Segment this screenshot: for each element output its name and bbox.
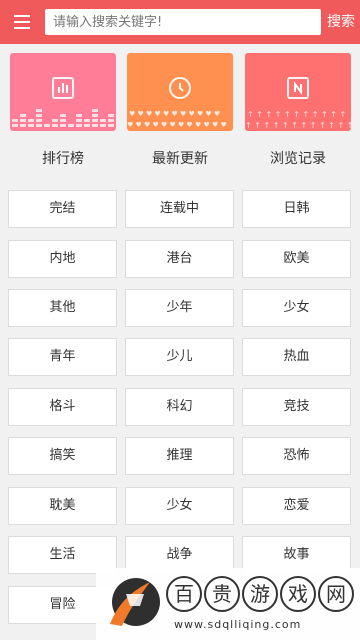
- category-button[interactable]: 热血: [242, 338, 351, 376]
- category-button[interactable]: 完结: [8, 190, 117, 228]
- equalizer-decoration: [12, 109, 114, 127]
- watermark-title: 百 贵 游 戏 网: [166, 576, 354, 612]
- category-button[interactable]: 竞技: [242, 388, 351, 426]
- bar-chart-icon: [52, 77, 74, 99]
- arrows-decoration: ↑ ↑ ↑ ↑ ↑ ↑ ↑ ↑ ↑ ↑ ↑ ↑ ↑ ↑ ↑ ↑ ↑ ↑ ↑ ↑ …: [245, 110, 351, 129]
- svg-text:♥ ♥ ♥ ♥ ♥ ♥ ♥ ♥ ♥ ♥ ♥: ♥ ♥ ♥ ♥ ♥ ♥ ♥ ♥ ♥ ♥ ♥: [129, 110, 220, 118]
- watermark-char: 百: [166, 576, 202, 612]
- category-button[interactable]: 少女: [125, 487, 234, 525]
- hamburger-menu-icon[interactable]: [10, 11, 34, 33]
- quick-link-history[interactable]: ↑ ↑ ↑ ↑ ↑ ↑ ↑ ↑ ↑ ↑ ↑ ↑ ↑ ↑ ↑ ↑ ↑ ↑ ↑ ↑ …: [245, 53, 351, 131]
- category-button[interactable]: 恋爱: [242, 487, 351, 525]
- category-button[interactable]: 恐怖: [242, 437, 351, 475]
- watermark-char: 网: [318, 576, 354, 612]
- category-button[interactable]: 内地: [8, 240, 117, 278]
- svg-text:↑ ↑ ↑ ↑ ↑ ↑ ↑ ↑ ↑ ↑ ↑: ↑ ↑ ↑ ↑ ↑ ↑ ↑ ↑ ↑ ↑ ↑: [247, 110, 346, 119]
- quick-link-ranking[interactable]: [10, 53, 116, 131]
- category-button[interactable]: 少儿: [125, 338, 234, 376]
- brand-logo-icon: [110, 578, 160, 626]
- category-button[interactable]: 搞笑: [8, 437, 117, 475]
- category-button[interactable]: 青年: [8, 338, 117, 376]
- category-button[interactable]: 欧美: [242, 240, 351, 278]
- category-button[interactable]: 耽美: [8, 487, 117, 525]
- category-button[interactable]: 推理: [125, 437, 234, 475]
- svg-text:↑ ↑ ↑ ↑ ↑ ↑ ↑ ↑ ↑ ↑ ↑ ↑: ↑ ↑ ↑ ↑ ↑ ↑ ↑ ↑ ↑ ↑ ↑ ↑: [245, 121, 351, 129]
- category-button[interactable]: 日韩: [242, 190, 351, 228]
- quick-link-history-label: 浏览记录: [270, 151, 326, 167]
- category-button[interactable]: 其他: [8, 289, 117, 327]
- quick-link-latest-label: 最新更新: [152, 151, 208, 167]
- category-button[interactable]: 科幻: [125, 388, 234, 426]
- quick-link-latest[interactable]: ♥ ♥ ♥ ♥ ♥ ♥ ♥ ♥ ♥ ♥ ♥ ♥ ♥ ♥ ♥ ♥ ♥ ♥ ♥ ♥ …: [127, 53, 233, 131]
- hearts-decoration: ♥ ♥ ♥ ♥ ♥ ♥ ♥ ♥ ♥ ♥ ♥ ♥ ♥ ♥ ♥ ♥ ♥ ♥ ♥ ♥ …: [127, 110, 227, 129]
- watermark-char: 戏: [280, 576, 316, 612]
- category-button[interactable]: 连载中: [125, 190, 234, 228]
- category-button[interactable]: 少女: [242, 289, 351, 327]
- svg-text:♥ ♥ ♥ ♥ ♥ ♥ ♥ ♥ ♥ ♥ ♥ ♥: ♥ ♥ ♥ ♥ ♥ ♥ ♥ ♥ ♥ ♥ ♥ ♥: [127, 121, 227, 129]
- search-button[interactable]: 搜索: [325, 10, 357, 34]
- watermark-url: www.sdqlliqing.com: [174, 618, 302, 631]
- watermark-char: 游: [242, 576, 278, 612]
- category-button[interactable]: 少年: [125, 289, 234, 327]
- quick-link-ranking-label: 排行榜: [42, 151, 84, 167]
- top-header: 搜索: [0, 0, 360, 44]
- clock-icon: [169, 77, 191, 99]
- watermark-char: 贵: [204, 576, 240, 612]
- category-button[interactable]: 格斗: [8, 388, 117, 426]
- search-input[interactable]: [45, 9, 321, 35]
- history-book-icon: [287, 77, 309, 99]
- category-button[interactable]: 港台: [125, 240, 234, 278]
- site-watermark: 百 贵 游 戏 网 www.sdqlliqing.com: [96, 568, 360, 640]
